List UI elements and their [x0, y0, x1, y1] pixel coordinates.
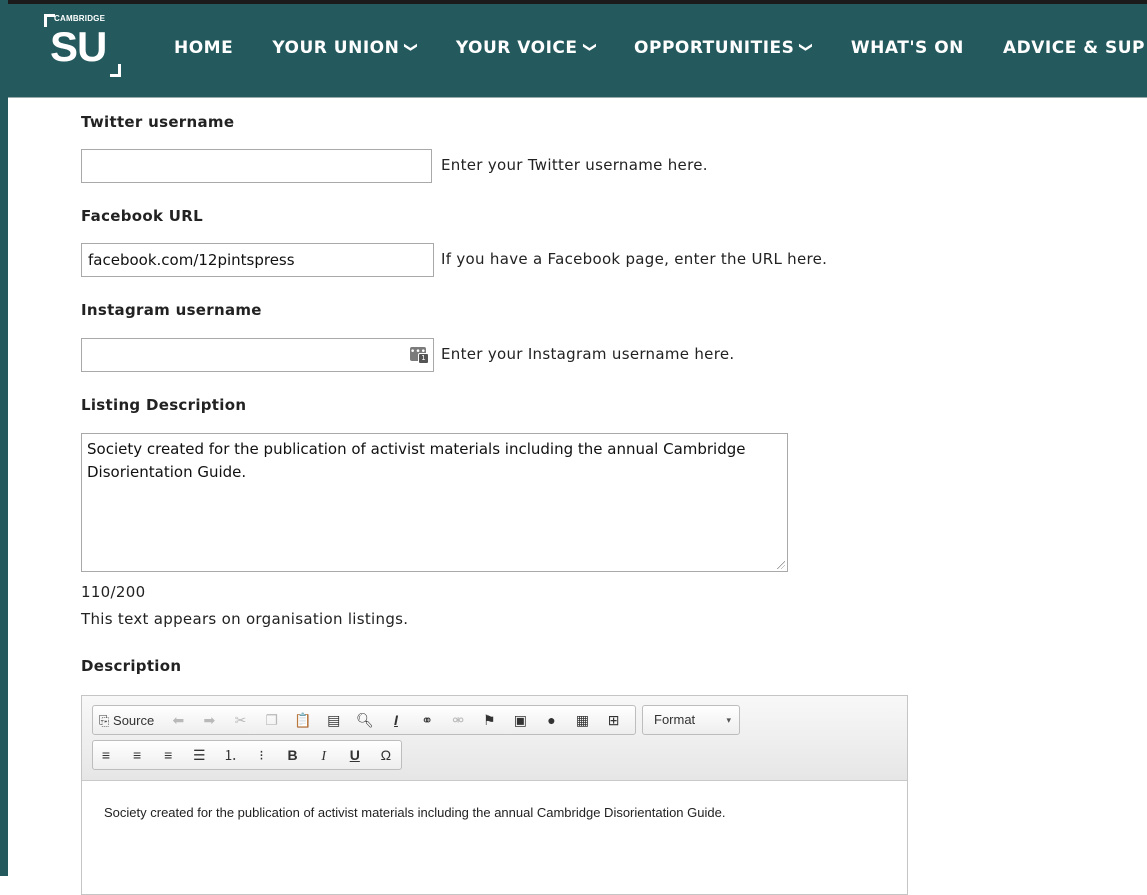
find-icon[interactable]: 🔍︎	[354, 706, 376, 734]
numbered-list-icon[interactable]: ⒈	[219, 741, 241, 769]
rich-text-editor: ⎘ Source ⬅ ➡ ✂ ❐ 📋 ▤ 🔍︎ I ⚭ ⚮ ⚑ ▣ ● ▦ ⊞ …	[81, 695, 908, 895]
editor-content-text: Society created for the publication of a…	[104, 805, 726, 820]
password-manager-icon[interactable]: ••• 1	[410, 347, 429, 364]
twitter-username-help: Enter your Twitter username here.	[441, 156, 708, 174]
nav-item-your-voice[interactable]: YOUR VOICE ❯	[456, 38, 597, 58]
dropdown-arrow-icon: ▾	[726, 715, 731, 725]
paste-from-word-icon[interactable]: ▤	[323, 706, 345, 734]
nav-item-home[interactable]: HOME	[174, 38, 233, 58]
youtube-icon[interactable]: ▦	[572, 706, 594, 734]
nav-menu: HOME YOUR UNION ❯ YOUR VOICE ❯ OPPORTUNITI…	[174, 38, 1147, 58]
bulleted-list-icon[interactable]: ⁝	[250, 741, 272, 769]
listing-description-textarea[interactable]: Society created for the publication of a…	[81, 433, 788, 572]
toolbar-group-formatting: ≡ ≡ ≡ ☰ ⒈ ⁝ B I U Ω	[92, 740, 402, 770]
underline-icon[interactable]: U	[344, 741, 366, 769]
logo-big-text: SU	[50, 23, 107, 70]
listing-description-counter: 110/200	[81, 583, 146, 601]
source-icon: ⎘	[99, 713, 110, 728]
nav-item-your-union[interactable]: YOUR UNION ❯	[272, 38, 419, 58]
italic-icon[interactable]: I	[313, 743, 335, 771]
resize-grip-icon[interactable]	[777, 561, 785, 569]
copy-icon[interactable]: ❐	[261, 706, 283, 734]
editor-content-area[interactable]: Society created for the publication of a…	[82, 781, 907, 844]
description-label: Description	[81, 657, 182, 675]
align-right-icon[interactable]: ≡	[157, 741, 179, 769]
facebook-url-input[interactable]	[81, 243, 434, 277]
source-button[interactable]: ⎘ Source	[95, 707, 158, 735]
instagram-username-input[interactable]	[81, 338, 434, 372]
anchor-icon[interactable]: ⚑	[478, 706, 500, 734]
image-icon[interactable]: ▣	[509, 706, 531, 734]
chevron-down-icon: ❯	[403, 41, 419, 54]
instagram-username-label: Instagram username	[81, 301, 262, 319]
chevron-down-icon: ❯	[798, 41, 814, 54]
toolbar-group-main: ⎘ Source ⬅ ➡ ✂ ❐ 📋 ▤ 🔍︎ I ⚭ ⚮ ⚑ ▣ ● ▦ ⊞	[92, 705, 636, 735]
nav-item-advice-support[interactable]: ADVICE & SUP	[1003, 38, 1145, 58]
instagram-input-wrapper: ••• 1	[81, 338, 434, 372]
paste-icon[interactable]: 📋	[292, 706, 314, 734]
twitter-username-input[interactable]	[81, 149, 432, 183]
align-left-icon[interactable]: ≡	[95, 741, 117, 769]
table-icon[interactable]: ⊞	[603, 706, 625, 734]
facebook-url-help: If you have a Facebook page, enter the U…	[441, 250, 828, 268]
twitter-username-label: Twitter username	[81, 113, 235, 131]
link-icon[interactable]: ⚭	[416, 706, 438, 734]
chevron-down-icon: ❯	[581, 41, 597, 54]
redo-icon[interactable]: ➡	[198, 706, 220, 734]
logo-bracket-bottom-right	[110, 64, 121, 77]
flash-icon[interactable]: ●	[540, 706, 562, 734]
nav-item-whats-on[interactable]: WHAT'S ON	[851, 38, 964, 58]
bold-icon[interactable]: B	[282, 741, 304, 769]
listing-description-help: This text appears on organisation listin…	[81, 610, 409, 628]
window-left-edge	[0, 0, 8, 876]
top-navigation-bar: CAMBRIDGE SU HOME YOUR UNION ❯ YOUR VOICE…	[8, 0, 1147, 98]
editor-toolbar: ⎘ Source ⬅ ➡ ✂ ❐ 📋 ▤ 🔍︎ I ⚭ ⚮ ⚑ ▣ ● ▦ ⊞ …	[82, 696, 907, 781]
unlink-icon[interactable]: ⚮	[447, 706, 469, 734]
cambridge-su-logo[interactable]: CAMBRIDGE SU	[44, 10, 134, 82]
listing-description-text: Society created for the publication of a…	[87, 440, 746, 481]
format-dropdown[interactable]: Format ▾	[642, 705, 740, 735]
justify-icon[interactable]: ☰	[188, 741, 210, 769]
undo-icon[interactable]: ⬅	[167, 706, 189, 734]
remove-format-icon[interactable]: I	[385, 706, 407, 734]
nav-item-opportunities[interactable]: OPPORTUNITIES ❯	[634, 38, 814, 58]
instagram-username-help: Enter your Instagram username here.	[441, 345, 735, 363]
cut-icon[interactable]: ✂	[230, 706, 252, 734]
align-center-icon[interactable]: ≡	[126, 741, 148, 769]
listing-description-label: Listing Description	[81, 396, 247, 414]
facebook-url-label: Facebook URL	[81, 207, 203, 225]
special-char-icon[interactable]: Ω	[375, 741, 397, 769]
